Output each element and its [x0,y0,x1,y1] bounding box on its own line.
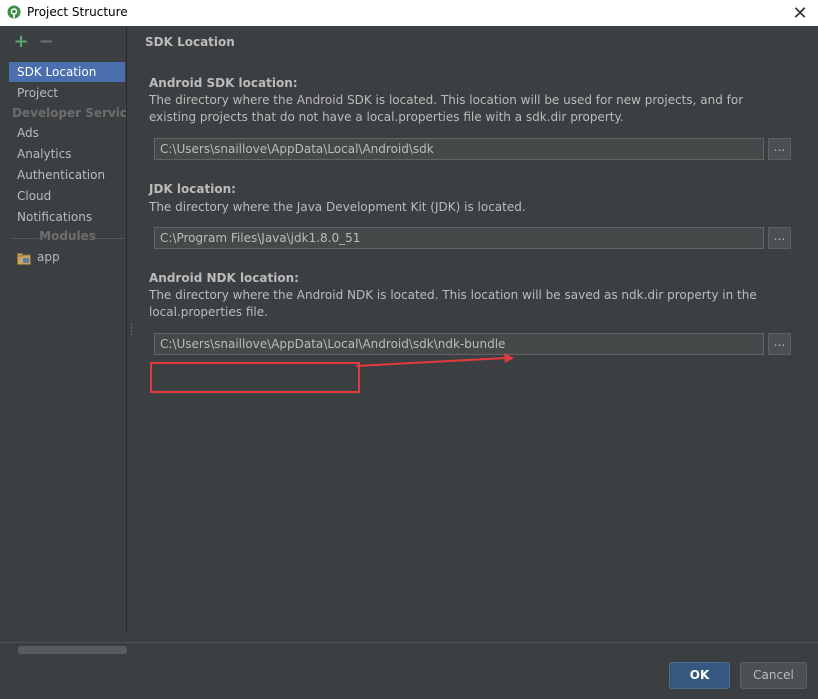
sidebar-item-project[interactable]: Project [9,83,125,103]
remove-icon[interactable]: − [38,33,54,51]
sidebar-item-notifications[interactable]: Notifications [9,207,125,227]
jdk-description: The directory where the Java Development… [149,200,526,214]
splitter-handle[interactable]: ⋮ ⋮ [127,324,136,340]
modules-divider-right [96,238,124,239]
sidebar-item-authentication[interactable]: Authentication [9,165,125,185]
android-ndk-browse-button[interactable]: ... [768,333,791,355]
add-icon[interactable]: + [13,33,29,51]
sidebar-item-analytics[interactable]: Analytics [9,144,125,164]
cancel-button[interactable]: Cancel [740,662,807,689]
annotation-highlight-box [150,362,360,393]
sidebar-item-cloud[interactable]: Cloud [9,186,125,206]
jdk-browse-button[interactable]: ... [768,227,791,249]
close-icon[interactable]: ✕ [788,1,812,25]
window-title: Project Structure [27,5,128,19]
android-ndk-label: Android NDK location: [149,271,299,285]
title-bar: Project Structure ✕ [0,0,818,26]
sidebar-item-label: app [37,250,60,264]
annotation-arrow-icon [355,353,514,367]
android-sdk-label: Android SDK location: [149,76,298,90]
modules-header-label: Modules [39,229,96,243]
developer-services-header: Developer Services [12,106,126,120]
android-ndk-description: The directory where the Android NDK is l… [149,288,757,319]
sidebar-item-app[interactable]: app [9,247,125,267]
android-sdk-browse-button[interactable]: ... [768,138,791,160]
ok-button[interactable]: OK [669,662,730,689]
android-sdk-path-input[interactable]: C:\Users\snaillove\AppData\Local\Android… [154,138,764,160]
footer-divider [0,642,818,643]
sidebar: + − SDK Location Project Developer Servi… [9,26,127,654]
jdk-path-input[interactable]: C:\Program Files\Java\jdk1.8.0_51 [154,227,764,249]
sidebar-item-sdk-location[interactable]: SDK Location [9,62,125,82]
android-studio-icon [7,5,21,19]
modules-header: Modules [9,229,126,247]
android-sdk-description: The directory where the Android SDK is l… [149,93,744,124]
sidebar-horizontal-scrollbar[interactable] [18,646,127,654]
jdk-label: JDK location: [149,182,236,196]
sidebar-item-ads[interactable]: Ads [9,123,125,143]
module-folder-icon [17,251,31,265]
modules-divider-left [11,238,39,239]
section-title: SDK Location [145,35,235,49]
